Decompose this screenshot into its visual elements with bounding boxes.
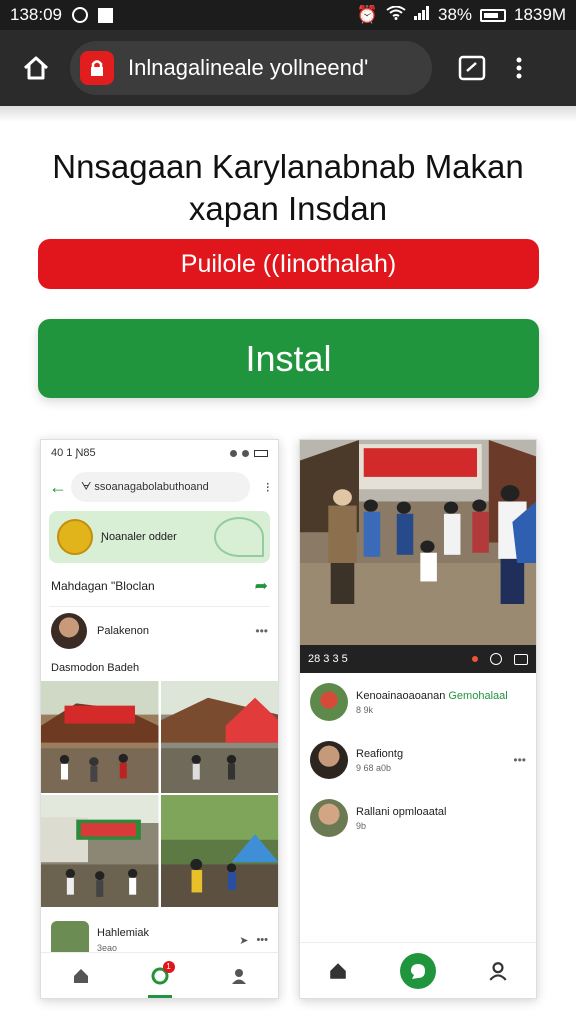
item-title: Rallani opmloaatal	[356, 805, 447, 818]
photo	[160, 681, 278, 793]
screenshot-right: 28 3 3 5 Kenoainaoaoanan Gemohalaal 8 9k…	[299, 439, 537, 999]
mini-search-box: ᗄ ssoanagabolabuthoand	[71, 472, 250, 502]
title-line-1: Nnsagaan Karylanabnab Makan	[52, 148, 524, 185]
mini-user-name: Palakenon	[97, 625, 149, 637]
notification-badge: 1	[162, 960, 175, 973]
overflow-menu-icon[interactable]	[506, 50, 532, 86]
battery-icon	[480, 8, 507, 22]
active-indicator	[147, 994, 172, 998]
share-icon: ➤	[239, 934, 249, 947]
banner-text: Ɲoanaler odder	[101, 531, 177, 543]
avatar	[310, 683, 348, 721]
notification-icon	[72, 7, 88, 23]
lock-icon	[80, 51, 114, 85]
profile-icon	[224, 961, 254, 991]
battery-percent: 38%	[437, 5, 473, 24]
status-right-time: 1839M	[514, 5, 566, 24]
red-action-button[interactable]: Puilole ((Iinothalah)	[38, 239, 539, 289]
mini-caption: Dasmodon Badeh	[51, 662, 140, 674]
item-subtitle: 8 9k	[356, 704, 374, 715]
mini-section-header: Mahdagan "Bloclan ➦	[41, 566, 278, 606]
more-icon: ⁝	[265, 478, 270, 495]
mini-banner: Ɲoanaler odder	[49, 511, 270, 563]
fullscreen-icon	[514, 653, 528, 665]
avatar	[51, 613, 87, 649]
item-subtitle: 9 68 a0b	[356, 762, 392, 773]
screenshot-left: 40 1 Ɲ85 ← ᗄ ssoanagabolabuthoand ⁝ Ɲoan…	[40, 439, 279, 999]
chat-icon: 1	[145, 960, 175, 998]
list-item: Reafiontg 9 68 a0b •••	[300, 731, 536, 789]
install-button[interactable]: Instal	[38, 319, 539, 398]
photo-grid	[41, 681, 278, 907]
list-item: Kenoainaoaoanan Gemohalaal 8 9k	[300, 673, 536, 731]
mini-search-text: ᗄ ssoanagabolabuthoand	[81, 480, 209, 493]
home-icon	[323, 956, 353, 986]
item-title-highlight: Gemohalaal	[448, 689, 508, 702]
more-icon: •••	[255, 624, 268, 638]
page-title: Nnsagaan Karylanabnab Makan xapan Insdan	[20, 146, 556, 230]
avatar	[310, 799, 348, 837]
profile-icon	[483, 956, 513, 986]
alarm-icon: ⏰	[356, 5, 378, 24]
toolbar-shadow	[0, 106, 576, 122]
more-icon: •••	[513, 753, 526, 767]
mini-bottom-nav: 1	[41, 952, 278, 998]
url-bar[interactable]: Inlnagalineale yollneend'	[70, 41, 432, 95]
mini-status-time: 40 1 Ɲ85	[51, 447, 96, 459]
list-item: Rallani opmloaatal 9b	[300, 789, 536, 847]
back-arrow-icon: ←	[49, 476, 67, 497]
chat-icon	[399, 952, 436, 989]
item-subtitle: 9b	[356, 820, 367, 831]
settings-icon	[490, 653, 502, 665]
banner-decoration	[214, 517, 264, 557]
item-title: Reafiontg	[356, 747, 404, 760]
status-bar: 138:09 ⏰ 38% 1839M	[0, 0, 576, 30]
mini-status-dot-icon	[242, 449, 249, 457]
home-icon[interactable]	[14, 46, 58, 90]
video-time: 28 3 3 5	[308, 653, 348, 665]
mini-section-title: Mahdagan "Bloclan	[51, 579, 155, 593]
photo	[41, 681, 159, 793]
tab-switcher-icon[interactable]	[454, 50, 490, 86]
video-controls: 28 3 3 5	[300, 645, 536, 673]
photo	[41, 795, 159, 907]
share-icon: ➦	[254, 578, 268, 595]
signal-icon	[413, 5, 430, 25]
item-title: Kenoainaoaoanan	[356, 689, 446, 702]
home-icon	[66, 961, 96, 991]
mini-status-dot-icon	[230, 449, 237, 457]
record-icon	[472, 656, 478, 662]
avatar	[310, 741, 348, 779]
video-thumbnail	[300, 440, 536, 645]
post-title: Hahlemiak	[97, 927, 149, 939]
photo	[160, 795, 278, 907]
title-line-2: xapan Insdan	[188, 190, 388, 227]
browser-toolbar: Inlnagalineale yollneend'	[0, 30, 576, 106]
mini-battery-icon	[254, 449, 268, 457]
mini-bottom-nav	[300, 942, 536, 998]
wifi-icon	[386, 5, 406, 25]
mini-user-row: Palakenon •••	[41, 607, 278, 655]
mini-search-row: ← ᗄ ssoanagabolabuthoand ⁝	[41, 466, 278, 508]
mini-status-bar: 40 1 Ɲ85	[41, 440, 278, 466]
more-icon: •••	[256, 933, 268, 946]
app-notification-icon	[98, 7, 113, 23]
status-time: 138:09	[10, 5, 62, 24]
url-text: Inlnagalineale yollneend'	[128, 55, 369, 80]
emblem-icon	[57, 519, 93, 555]
